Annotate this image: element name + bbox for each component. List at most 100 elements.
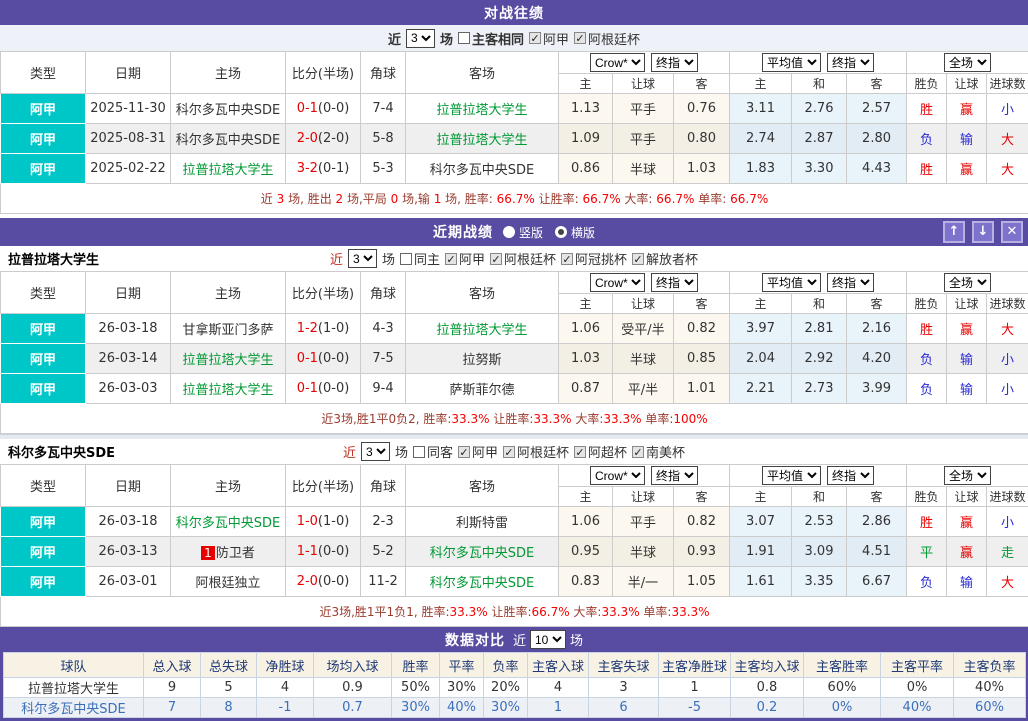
checkbox-league-ajia[interactable]: 阿甲: [445, 249, 485, 268]
checkbox-cup-argentina[interactable]: 阿根廷杯: [503, 442, 569, 461]
table-row: 阿甲 26-03-01 阿根廷独立 2-0(0-0) 11-2 科尔多瓦中央SD…: [1, 567, 1028, 597]
table-row: 阿甲 26-03-14 拉普拉塔大学生 0-1(0-0) 7-5 拉努斯 1.0…: [1, 344, 1028, 374]
col-date: 日期: [86, 272, 171, 314]
table-row: 阿甲 2025-08-31 科尔多瓦中央SDE 2-0(2-0) 5-8 拉普拉…: [1, 124, 1028, 154]
odds-stage-select[interactable]: 终指: [651, 53, 698, 72]
radio-vertical-layout[interactable]: 竖版: [503, 224, 543, 241]
checkbox-icon[interactable]: [458, 446, 470, 458]
fulltime-select[interactable]: 全场: [944, 53, 991, 72]
checkbox-icon[interactable]: [632, 253, 644, 265]
checkbox-icon[interactable]: [413, 446, 425, 458]
cell-score: 3-2(0-1): [286, 154, 361, 184]
checkbox-icon[interactable]: [400, 253, 412, 265]
radio-icon[interactable]: [503, 226, 515, 238]
checkbox-icon[interactable]: [529, 32, 541, 44]
col-odds-away: 客: [674, 74, 730, 94]
table-row: 拉普拉塔大学生 9 5 4 0.9 50% 30% 20% 4 3 1 0.8 …: [4, 678, 1026, 698]
cell-odds-away: 0.80: [674, 124, 730, 154]
recent-title: 近期战绩: [433, 222, 493, 242]
checkbox-icon[interactable]: [458, 32, 470, 44]
avg-stage-select[interactable]: 终指: [827, 53, 874, 72]
checkbox-league-ajia[interactable]: 阿甲: [529, 29, 569, 48]
cell-odds-home: 0.87: [559, 374, 613, 404]
team1-filter-bar: 拉普拉塔大学生 近 3 场 同主 阿甲 阿根廷杯 阿冠挑杯 解放者杯: [0, 246, 1028, 271]
col-away: 客场: [406, 465, 559, 507]
team1-recent-count-select[interactable]: 3: [348, 249, 377, 268]
col-date: 日期: [86, 465, 171, 507]
checkbox-icon[interactable]: [490, 253, 502, 265]
odds-stage-select[interactable]: 终指: [651, 273, 698, 292]
cell-result-handicap: 赢: [947, 94, 987, 124]
cell-team: 拉普拉塔大学生: [4, 678, 144, 698]
col-odds-home: 主: [559, 294, 613, 314]
cell-result-outcome: 平: [907, 537, 947, 567]
cell-result-goals: 大: [987, 567, 1028, 597]
odds-company-select[interactable]: Crow*: [590, 273, 645, 292]
checkbox-same-away[interactable]: 同客: [413, 442, 453, 461]
checkbox-cup-argentina[interactable]: 阿根廷杯: [490, 249, 556, 268]
radio-icon[interactable]: [555, 226, 567, 238]
cell-date: 26-03-14: [86, 344, 171, 374]
h2h-recent-count-select[interactable]: 3: [406, 29, 435, 48]
team2-recent-count-select[interactable]: 3: [361, 442, 390, 461]
cell-corner: 7-4: [361, 94, 406, 124]
cell-odds-home: 1.09: [559, 124, 613, 154]
cell-odds-handicap: 平/半: [613, 374, 674, 404]
checkbox-cup-supercup[interactable]: 阿超杯: [574, 442, 627, 461]
cell-result-handicap: 赢: [947, 507, 987, 537]
down-arrow-icon[interactable]: ↓: [972, 221, 994, 243]
checkbox-same-home-away[interactable]: 主客相同: [458, 29, 524, 48]
team1-summary: 近3场,胜1平0负2, 胜率:33.3% 让胜率:33.3% 大率:33.3% …: [1, 404, 1028, 434]
cell-league: 阿甲: [1, 314, 86, 344]
col-ha-goals-for: 主客入球: [528, 653, 589, 678]
cell-value: 40%: [440, 698, 484, 718]
cell-home: 甘拿斯亚门多萨: [171, 314, 286, 344]
avg-select[interactable]: 平均值: [762, 273, 821, 292]
cell-value: 0%: [804, 698, 881, 718]
checkbox-icon[interactable]: [574, 32, 586, 44]
col-odds-home: 主: [559, 487, 613, 507]
table-row: 阿甲 26-03-18 甘拿斯亚门多萨 1-2(1-0) 4-3 拉普拉塔大学生…: [1, 314, 1028, 344]
checkbox-league-ajia[interactable]: 阿甲: [458, 442, 498, 461]
checkbox-same-home[interactable]: 同主: [400, 249, 440, 268]
checkbox-icon[interactable]: [445, 253, 457, 265]
checkbox-icon[interactable]: [503, 446, 515, 458]
odds-stage-select[interactable]: 终指: [651, 466, 698, 485]
odds-company-select[interactable]: Crow*: [590, 53, 645, 72]
checkbox-icon[interactable]: [561, 253, 573, 265]
checkbox-icon[interactable]: [632, 446, 644, 458]
close-icon[interactable]: ✕: [1001, 221, 1023, 243]
up-arrow-icon[interactable]: ↑: [943, 221, 965, 243]
cell-result-handicap: 赢: [947, 314, 987, 344]
cell-value: 1: [528, 698, 589, 718]
checkbox-cup-sudamericana[interactable]: 南美杯: [632, 442, 685, 461]
fulltime-select[interactable]: 全场: [944, 466, 991, 485]
odds-company-select[interactable]: Crow*: [590, 466, 645, 485]
col-avg-draw: 和: [792, 294, 847, 314]
summary-row: 近 3 场, 胜出 2 场,平局 0 场,输 1 场, 胜率: 66.7% 让胜…: [1, 184, 1028, 214]
fulltime-select[interactable]: 全场: [944, 273, 991, 292]
checkbox-cup-libertadores[interactable]: 解放者杯: [632, 249, 698, 268]
cell-home: 拉普拉塔大学生: [171, 344, 286, 374]
checkbox-cup-aguantiaobei[interactable]: 阿冠挑杯: [561, 249, 627, 268]
col-goals-for: 总入球: [144, 653, 201, 678]
cell-odds-handicap: 平手: [613, 94, 674, 124]
avg-stage-select[interactable]: 终指: [827, 273, 874, 292]
avg-stage-select[interactable]: 终指: [827, 466, 874, 485]
cell-result-outcome: 胜: [907, 314, 947, 344]
avg-select[interactable]: 平均值: [762, 466, 821, 485]
cell-result-outcome: 负: [907, 344, 947, 374]
checkbox-icon[interactable]: [574, 446, 586, 458]
avg-select[interactable]: 平均值: [762, 53, 821, 72]
cell-away: 拉普拉塔大学生: [406, 124, 559, 154]
col-home: 主场: [171, 465, 286, 507]
cell-date: 26-03-13: [86, 537, 171, 567]
compare-recent-count-select[interactable]: 10: [530, 630, 566, 649]
cell-avg-away: 2.80: [847, 124, 907, 154]
radio-horizontal-layout[interactable]: 横版: [555, 224, 595, 241]
cell-home: 科尔多瓦中央SDE: [171, 507, 286, 537]
cell-home: 阿根廷独立: [171, 567, 286, 597]
h2h-title: 对战往绩: [484, 3, 544, 23]
checkbox-cup-argentina[interactable]: 阿根廷杯: [574, 29, 640, 48]
team2-table: 类型 日期 主场 比分(半场) 角球 客场 Crow*终指 平均值终指 全场 主…: [0, 464, 1028, 627]
